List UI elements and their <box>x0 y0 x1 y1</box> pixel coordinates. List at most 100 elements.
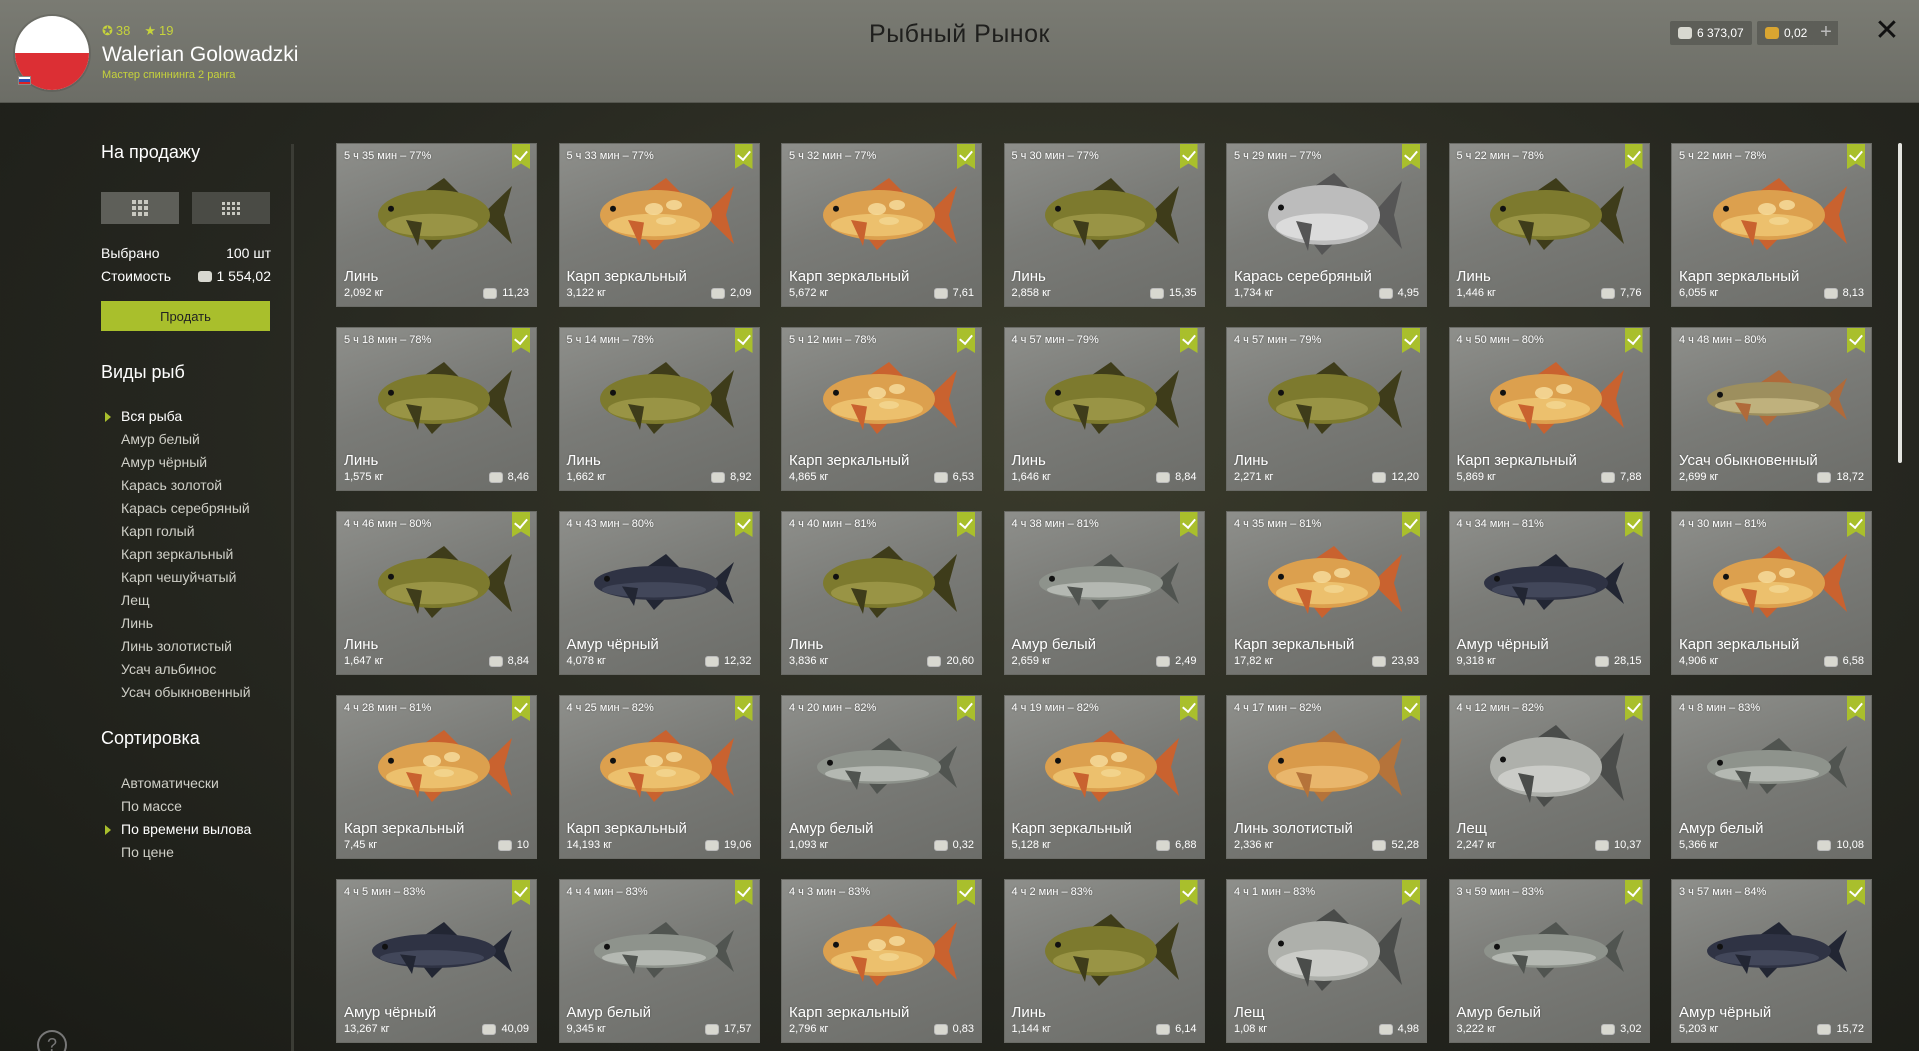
fish-weight: 5,203 кг <box>1679 1023 1719 1035</box>
fish-weight: 5,672 кг <box>789 287 829 299</box>
silver-coin-icon <box>1601 471 1616 483</box>
silver-coin-icon <box>1372 655 1387 667</box>
fish-image <box>1005 714 1204 814</box>
close-button[interactable]: ✕ <box>1872 16 1902 46</box>
fish-card[interactable]: 4 ч 57 мин – 79% Линь 1,646 кг 8,84 <box>1003 327 1205 491</box>
sort-option[interactable]: Автоматически <box>121 775 219 791</box>
fish-weight: 4,078 кг <box>566 655 606 667</box>
fish-card[interactable]: 5 ч 14 мин – 78% Линь 1,662 кг 8,92 <box>558 327 760 491</box>
fish-card[interactable]: 4 ч 35 мин – 81% Карп зеркальный 17,82 к… <box>1226 511 1427 675</box>
fish-card[interactable]: 4 ч 34 мин – 81% Амур чёрный 9,318 кг 28… <box>1448 511 1650 675</box>
large-grid-view-button[interactable] <box>101 192 179 224</box>
fish-weight: 5,128 кг <box>1011 839 1051 851</box>
fish-price: 10,08 <box>1817 839 1864 851</box>
fish-card[interactable]: 5 ч 18 мин – 78% Линь 1,575 кг 8,46 <box>336 327 537 491</box>
catch-time: 4 ч 4 мин – 83% <box>566 886 648 898</box>
fish-price: 19,06 <box>704 839 752 851</box>
fish-card[interactable]: 4 ч 46 мин – 80% Линь 1,647 кг 8,84 <box>336 511 537 675</box>
species-item[interactable]: Карп чешуйчатый <box>121 569 236 585</box>
fish-card[interactable]: 4 ч 38 мин – 81% Амур белый 2,659 кг 2,4… <box>1003 511 1205 675</box>
fish-weight: 3,122 кг <box>566 287 606 299</box>
species-item[interactable]: Карп зеркальный <box>121 546 233 562</box>
fish-price: 52,28 <box>1372 839 1419 851</box>
fish-image <box>560 346 759 446</box>
species-item[interactable]: Амур чёрный <box>121 454 207 470</box>
active-arrow-icon <box>105 825 111 835</box>
fish-weight: 2,271 кг <box>1234 471 1274 483</box>
fish-card[interactable]: 5 ч 22 мин – 78% Линь 1,446 кг 7,76 <box>1448 143 1650 307</box>
fish-card[interactable]: 4 ч 43 мин – 80% Амур чёрный 4,078 кг 12… <box>558 511 760 675</box>
fish-card[interactable]: 4 ч 30 мин – 81% Карп зеркальный 4,906 к… <box>1671 511 1872 675</box>
scrollbar[interactable] <box>1898 143 1902 463</box>
fish-card[interactable]: 3 ч 59 мин – 83% Амур белый 3,222 кг 3,0… <box>1448 879 1650 1043</box>
sort-option[interactable]: По массе <box>121 798 182 814</box>
fish-card[interactable]: 5 ч 33 мин – 77% Карп зеркальный 3,122 к… <box>558 143 760 307</box>
fish-card[interactable]: 4 ч 5 мин – 83% Амур чёрный 13,267 кг 40… <box>336 879 537 1043</box>
fish-image <box>782 162 981 262</box>
catch-time: 5 ч 12 мин – 78% <box>789 334 877 346</box>
fish-card[interactable]: 5 ч 32 мин – 77% Карп зеркальный 5,672 к… <box>781 143 982 307</box>
fish-card[interactable]: 4 ч 40 мин – 81% Линь 3,836 кг 20,60 <box>781 511 982 675</box>
species-item[interactable]: Амур белый <box>121 431 200 447</box>
silver-coin-icon <box>497 839 512 851</box>
catch-time: 5 ч 22 мин – 78% <box>1679 150 1767 162</box>
fish-card[interactable]: 4 ч 1 мин – 83% Лещ 1,08 кг 4,98 <box>1226 879 1427 1043</box>
fish-card[interactable]: 4 ч 17 мин – 82% Линь золотистый 2,336 к… <box>1226 695 1427 859</box>
species-item[interactable]: Усач обыкновенный <box>121 684 251 700</box>
fish-card[interactable]: 4 ч 57 мин – 79% Линь 2,271 кг 12,20 <box>1226 327 1427 491</box>
catch-time: 4 ч 57 мин – 79% <box>1011 334 1099 346</box>
species-item[interactable]: Карась золотой <box>121 477 222 493</box>
fish-image <box>1450 898 1649 998</box>
silver-coin-icon <box>482 1023 497 1035</box>
silver-coin-icon <box>1156 471 1171 483</box>
fish-card[interactable]: 5 ч 29 мин – 77% Карась серебряный 1,734… <box>1226 143 1427 307</box>
fish-card[interactable]: 4 ч 48 мин – 80% Усач обыкновенный 2,699… <box>1671 327 1872 491</box>
fish-name: Линь золотистый <box>1234 820 1353 837</box>
species-item[interactable]: Лещ <box>121 592 150 608</box>
silver-coin-icon <box>1817 839 1832 851</box>
catch-time: 4 ч 43 мин – 80% <box>566 518 654 530</box>
fish-image <box>1672 714 1871 814</box>
fish-card[interactable]: 5 ч 12 мин – 78% Карп зеркальный 4,865 к… <box>781 327 982 491</box>
species-item[interactable]: Линь <box>121 615 153 631</box>
fish-image <box>1672 530 1871 630</box>
silver-coin-icon <box>1678 27 1692 39</box>
fish-card[interactable]: 5 ч 30 мин – 77% Линь 2,858 кг 15,35 <box>1003 143 1205 307</box>
catch-time: 4 ч 57 мин – 79% <box>1234 334 1322 346</box>
fish-card[interactable]: 3 ч 57 мин – 84% Амур чёрный 5,203 кг 15… <box>1671 879 1872 1043</box>
fish-card[interactable]: 4 ч 28 мин – 81% Карп зеркальный 7,45 кг… <box>336 695 537 859</box>
species-item[interactable]: Карп голый <box>121 523 195 539</box>
fish-card[interactable]: 4 ч 8 мин – 83% Амур белый 5,366 кг 10,0… <box>1671 695 1872 859</box>
fish-card[interactable]: 4 ч 20 мин – 82% Амур белый 1,093 кг 0,3… <box>781 695 982 859</box>
species-item[interactable]: Усач альбинос <box>121 661 216 677</box>
sell-button[interactable]: Продать <box>101 301 270 331</box>
catch-time: 4 ч 46 мин – 80% <box>344 518 432 530</box>
fish-weight: 4,865 кг <box>789 471 829 483</box>
fish-card[interactable]: 4 ч 2 мин – 83% Линь 1,144 кг 6,14 <box>1003 879 1205 1043</box>
fish-weight: 1,575 кг <box>344 471 384 483</box>
fish-price: 6,14 <box>1156 1023 1197 1035</box>
fish-card[interactable]: 4 ч 4 мин – 83% Амур белый 9,345 кг 17,5… <box>558 879 760 1043</box>
fish-card[interactable]: 4 ч 3 мин – 83% Карп зеркальный 2,796 кг… <box>781 879 982 1043</box>
species-item[interactable]: Вся рыба <box>121 408 182 424</box>
sort-option[interactable]: По цене <box>121 844 174 860</box>
fish-card[interactable]: 4 ч 50 мин – 80% Карп зеркальный 5,869 к… <box>1448 327 1650 491</box>
catch-time: 4 ч 8 мин – 83% <box>1679 702 1761 714</box>
fish-image <box>1450 530 1649 630</box>
species-item[interactable]: Линь золотистый <box>121 638 232 654</box>
fish-card[interactable]: 4 ч 12 мин – 82% Лещ 2,247 кг 10,37 <box>1448 695 1650 859</box>
fish-card[interactable]: 4 ч 25 мин – 82% Карп зеркальный 14,193 … <box>558 695 760 859</box>
fish-card[interactable]: 5 ч 35 мин – 77% Линь 2,092 кг 11,23 <box>336 143 537 307</box>
fish-image <box>1450 162 1649 262</box>
silver-coin-icon <box>933 471 948 483</box>
fish-name: Линь <box>1011 268 1046 285</box>
species-item[interactable]: Карась серебряный <box>121 500 250 516</box>
catch-time: 4 ч 17 мин – 82% <box>1234 702 1322 714</box>
fish-card[interactable]: 5 ч 22 мин – 78% Карп зеркальный 6,055 к… <box>1671 143 1872 307</box>
fish-card[interactable]: 4 ч 19 мин – 82% Карп зеркальный 5,128 к… <box>1003 695 1205 859</box>
add-currency-button[interactable]: + <box>1814 21 1838 45</box>
fish-image <box>1450 346 1649 446</box>
fish-name: Линь <box>344 268 379 285</box>
small-grid-view-button[interactable] <box>192 192 270 224</box>
sort-option[interactable]: По времени вылова <box>121 821 251 837</box>
